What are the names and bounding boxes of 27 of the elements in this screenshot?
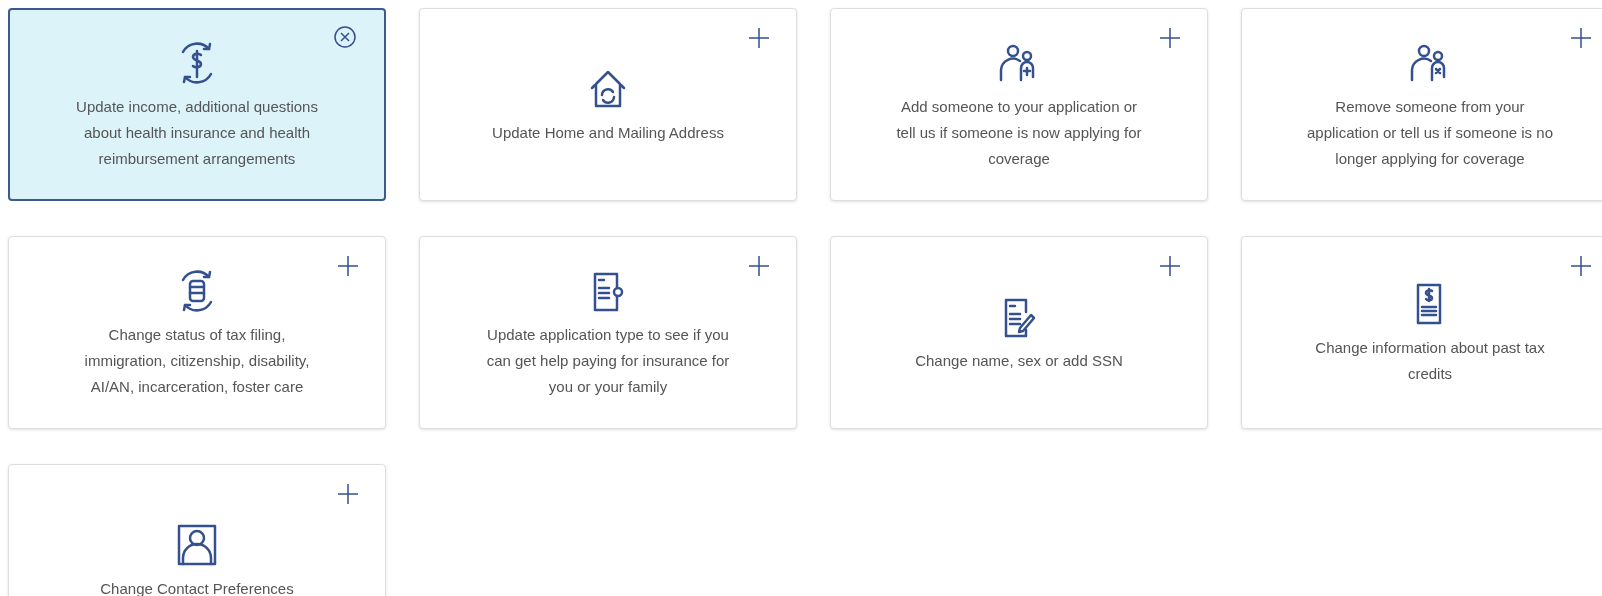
plus-icon[interactable]	[1570, 27, 1592, 49]
option-card[interactable]: Update income, additional questions about health insurance and health reimbursement arrangements	[8, 8, 386, 201]
card-description: Update application type to see if you can get help paying for insurance for you or your family	[486, 324, 730, 397]
option-card[interactable]: Change name, sex or add SSN	[830, 236, 1208, 429]
plus-icon[interactable]	[1570, 255, 1592, 277]
plus-icon[interactable]	[1159, 27, 1181, 49]
plus-icon[interactable]	[748, 27, 770, 49]
card-description: Remove someone from your application or tell us if someone is no longer applying for coverage	[1307, 96, 1553, 169]
option-card[interactable]: Change status of tax filing, immigration, citizenship, disability, AI/AN, incarceration, foster care	[8, 236, 386, 429]
option-card[interactable]: Change Contact Preferences	[8, 464, 386, 596]
card-description: Add someone to your application or tell us if someone is now applying for coverage	[896, 96, 1142, 169]
option-card[interactable]: Update Home and Mailing Address	[419, 8, 797, 201]
plus-icon[interactable]	[1159, 255, 1181, 277]
plus-icon[interactable]	[337, 255, 359, 277]
option-card[interactable]: Add someone to your application or tell us if someone is now applying for coverage	[830, 8, 1208, 201]
plus-icon[interactable]	[337, 483, 359, 505]
card-description: Update income, additional questions about health insurance and health reimbursement arrangements	[76, 96, 318, 169]
card-description: Change Contact Preferences	[100, 578, 294, 596]
option-card[interactable]: Remove someone from your application or tell us if someone is no longer applying for coverage	[1241, 8, 1602, 201]
close-icon[interactable]	[334, 26, 356, 48]
card-description: Change status of tax filing, immigration, citizenship, disability, AI/AN, incarceration, foster care	[84, 324, 310, 397]
option-card[interactable]: Update application type to see if you can get help paying for insurance for you or your family	[419, 236, 797, 429]
card-description: Update Home and Mailing Address	[492, 122, 724, 143]
card-description: Change name, sex or add SSN	[915, 350, 1123, 371]
plus-icon[interactable]	[748, 255, 770, 277]
option-card[interactable]: Change information about past tax credits	[1241, 236, 1602, 429]
card-description: Change information about past tax credits	[1315, 337, 1545, 384]
